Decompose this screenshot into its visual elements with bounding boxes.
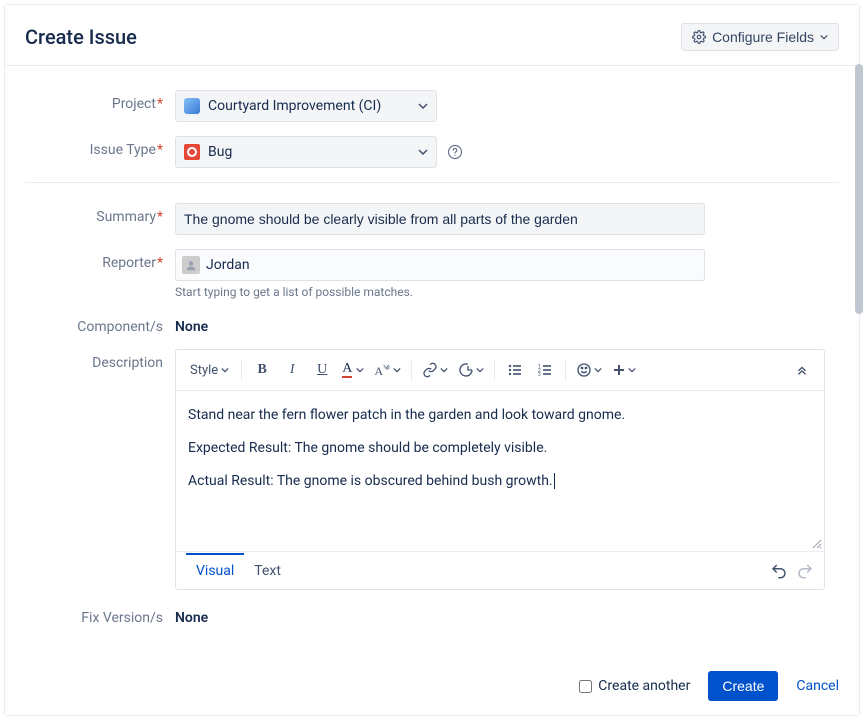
issue-type-label: Issue Type* bbox=[25, 136, 175, 158]
text-caret bbox=[554, 473, 555, 489]
bold-button[interactable]: B bbox=[248, 356, 276, 384]
summary-label: Summary* bbox=[25, 203, 175, 225]
editor-toolbar: Style B I U A A༄ bbox=[176, 350, 824, 391]
configure-fields-button[interactable]: Configure Fields bbox=[681, 23, 839, 51]
redo-button[interactable] bbox=[796, 562, 814, 580]
fix-versions-value: None bbox=[175, 604, 208, 626]
emoji-button[interactable] bbox=[572, 356, 606, 384]
undo-button[interactable] bbox=[770, 562, 788, 580]
tab-text[interactable]: Text bbox=[244, 555, 291, 587]
dialog-body: Project* Courtyard Improvement (CI) Issu… bbox=[5, 66, 859, 658]
cancel-link[interactable]: Cancel bbox=[796, 678, 839, 694]
insert-more-button[interactable] bbox=[608, 356, 640, 384]
divider bbox=[25, 182, 839, 183]
reporter-label: Reporter* bbox=[25, 249, 175, 271]
reporter-value: Jordan bbox=[206, 257, 250, 273]
project-value: Courtyard Improvement (CI) bbox=[208, 98, 381, 114]
description-editor: Style B I U A A༄ bbox=[175, 349, 825, 590]
create-button[interactable]: Create bbox=[708, 671, 778, 701]
number-list-button[interactable]: 123 bbox=[531, 356, 559, 384]
expand-editor-button[interactable] bbox=[788, 356, 816, 384]
editor-content[interactable]: Stand near the fern flower patch in the … bbox=[176, 391, 824, 551]
style-dropdown[interactable]: Style bbox=[184, 356, 235, 384]
italic-button[interactable]: I bbox=[278, 356, 306, 384]
components-value: None bbox=[175, 313, 208, 335]
help-icon[interactable] bbox=[447, 144, 463, 160]
fix-versions-label: Fix Version/s bbox=[25, 604, 175, 626]
create-issue-dialog: Create Issue Configure Fields Project* C… bbox=[4, 4, 860, 716]
create-another-checkbox[interactable]: Create another bbox=[579, 678, 690, 694]
text-color-button[interactable]: A bbox=[338, 356, 368, 384]
link-button[interactable] bbox=[418, 356, 452, 384]
editor-tabs: Visual Text bbox=[176, 551, 824, 589]
chevron-down-icon bbox=[418, 149, 428, 155]
project-label: Project* bbox=[25, 90, 175, 112]
dialog-footer: Create another Create Cancel bbox=[5, 658, 859, 715]
scrollbar-thumb[interactable] bbox=[855, 64, 863, 314]
create-another-input[interactable] bbox=[579, 680, 592, 693]
more-format-button[interactable]: A༄ bbox=[370, 356, 404, 384]
underline-button[interactable]: U bbox=[308, 356, 336, 384]
tab-visual[interactable]: Visual bbox=[186, 553, 244, 587]
bullet-list-button[interactable] bbox=[501, 356, 529, 384]
editor-line: Expected Result: The gnome should be com… bbox=[188, 438, 812, 459]
attachment-button[interactable] bbox=[454, 356, 488, 384]
project-avatar-icon bbox=[184, 98, 200, 114]
description-label: Description bbox=[25, 349, 175, 371]
components-label: Component/s bbox=[25, 313, 175, 335]
editor-line: Actual Result: The gnome is obscured beh… bbox=[188, 471, 812, 492]
reporter-input[interactable]: Jordan bbox=[175, 249, 705, 281]
project-select[interactable]: Courtyard Improvement (CI) bbox=[175, 90, 437, 122]
editor-line: Stand near the fern flower patch in the … bbox=[188, 405, 812, 426]
dialog-header: Create Issue Configure Fields bbox=[5, 5, 859, 66]
svg-text:3: 3 bbox=[538, 372, 541, 378]
user-avatar-icon bbox=[182, 256, 200, 274]
chevron-down-icon bbox=[820, 33, 828, 41]
issue-type-select[interactable]: Bug bbox=[175, 136, 437, 168]
reporter-hint: Start typing to get a list of possible m… bbox=[175, 285, 705, 299]
summary-input[interactable] bbox=[175, 203, 705, 235]
bug-icon bbox=[184, 144, 200, 160]
dialog-title: Create Issue bbox=[25, 25, 137, 49]
configure-fields-label: Configure Fields bbox=[712, 29, 814, 45]
chevron-down-icon bbox=[418, 103, 428, 109]
resize-handle-icon[interactable] bbox=[812, 539, 822, 549]
issue-type-value: Bug bbox=[208, 144, 232, 160]
create-another-label: Create another bbox=[598, 678, 690, 694]
gear-icon bbox=[692, 30, 706, 44]
